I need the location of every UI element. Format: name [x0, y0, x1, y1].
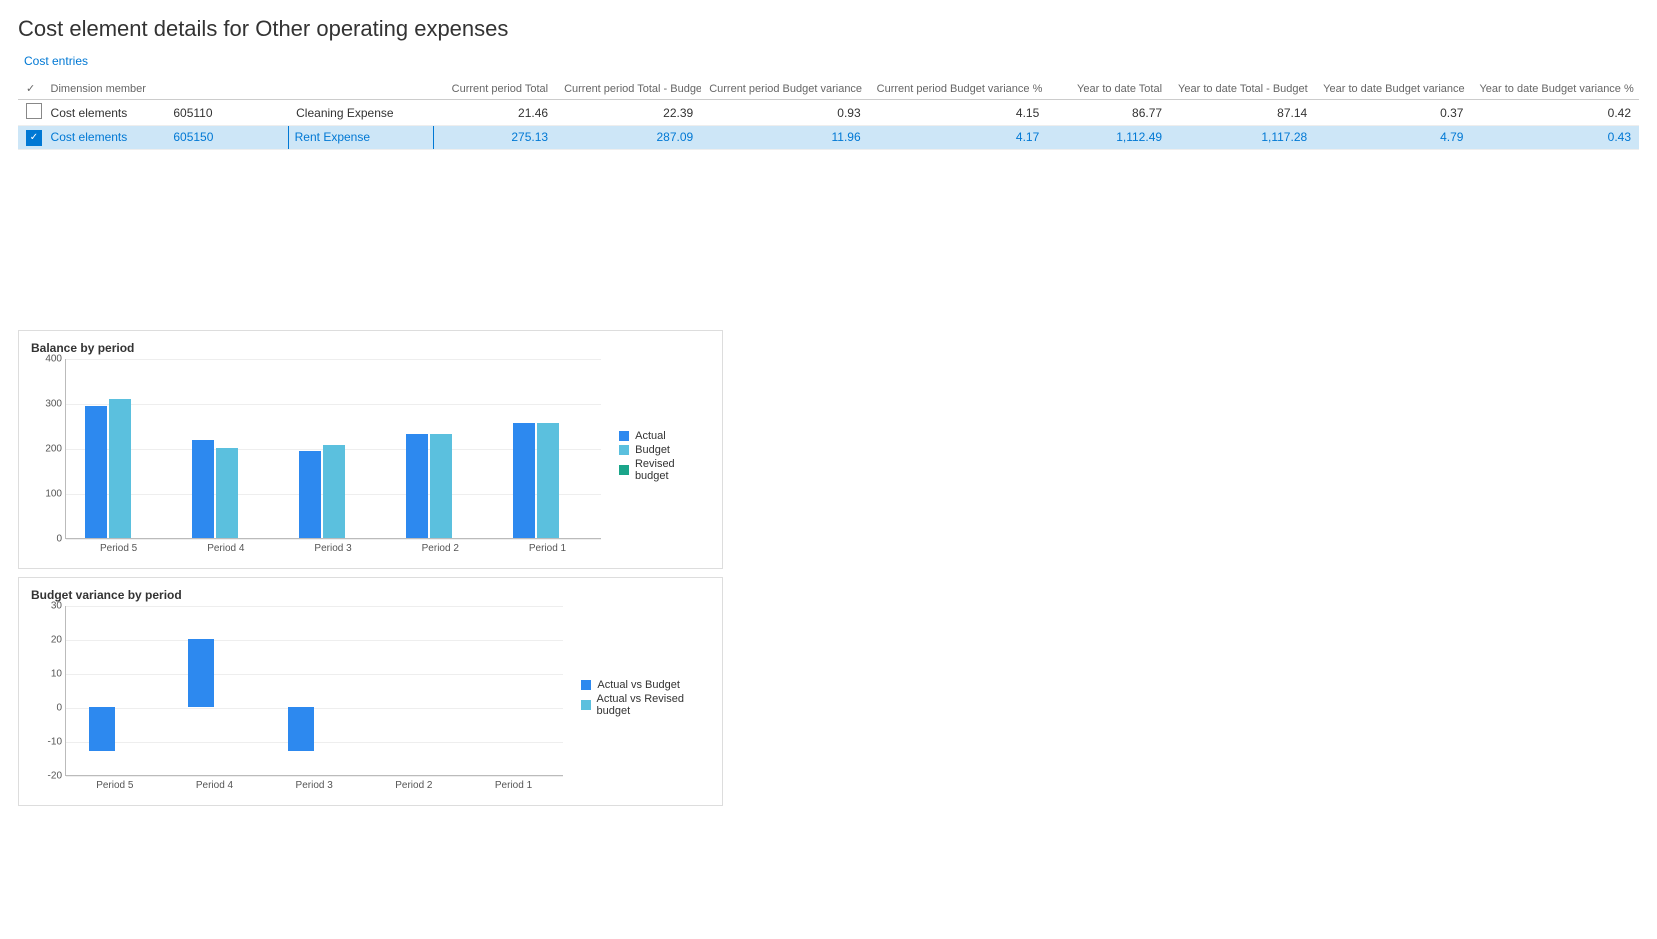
bar: [109, 399, 131, 537]
cell-cp-budget-var: 0.93: [701, 100, 868, 126]
chart-legend: Actual vs Budget Actual vs Revised budget: [563, 677, 710, 719]
legend-item: Actual vs Revised budget: [581, 693, 710, 717]
cell-dim-label: Cost elements: [43, 100, 166, 126]
y-tick-label: 0: [32, 702, 62, 713]
legend-swatch: [581, 700, 590, 710]
cell-name[interactable]: Cleaning Expense: [288, 100, 433, 126]
col-ytd-total[interactable]: Year to date Total: [1047, 78, 1170, 100]
col-ytd-budget-var[interactable]: Year to date Budget variance: [1315, 78, 1471, 100]
cell-code: 605150: [165, 126, 288, 150]
cell-dim-label: Cost elements: [43, 126, 166, 150]
col-dimension-member[interactable]: Dimension member: [43, 78, 434, 100]
cell-name[interactable]: Rent Expense: [288, 126, 433, 150]
y-tick-label: 200: [32, 443, 62, 454]
row-checkbox[interactable]: ✓: [26, 130, 42, 146]
legend-item: Actual vs Budget: [581, 679, 710, 691]
grid-header-row: ✓ Dimension member Current period Total …: [18, 78, 1639, 100]
y-tick-label: 300: [32, 398, 62, 409]
x-tick-label: Period 3: [264, 776, 364, 791]
y-tick-label: 0: [32, 533, 62, 544]
table-row[interactable]: ✓Cost elements605150Rent Expense275.1328…: [18, 126, 1639, 150]
cell-cp-total: 275.13: [433, 126, 556, 150]
cell-ytd-budget-var-pct: 0.43: [1471, 126, 1639, 150]
x-tick-label: Period 1: [494, 539, 601, 554]
y-tick-label: 400: [32, 353, 62, 364]
cell-ytd-total-budget: 87.14: [1170, 100, 1315, 126]
legend-item: Revised budget: [619, 458, 710, 482]
x-tick-label: Period 2: [364, 776, 464, 791]
legend-item: Budget: [619, 444, 710, 456]
legend-label: Budget: [635, 444, 670, 456]
cost-elements-grid[interactable]: ✓ Dimension member Current period Total …: [18, 78, 1639, 150]
cell-cp-budget-var: 11.96: [701, 126, 868, 150]
bar: [192, 440, 214, 538]
legend-swatch: [619, 465, 629, 475]
x-tick-label: Period 2: [387, 539, 494, 554]
cell-cp-total-budget: 287.09: [556, 126, 701, 150]
x-tick-label: Period 5: [65, 539, 172, 554]
cell-ytd-budget-var-pct: 0.42: [1471, 100, 1639, 126]
bar: [513, 423, 535, 538]
x-tick-label: Period 4: [165, 776, 265, 791]
chart-panel: Balance by period0100200300400Period 5Pe…: [18, 330, 723, 569]
cell-ytd-total: 1,112.49: [1047, 126, 1170, 150]
x-tick-label: Period 3: [279, 539, 386, 554]
bar: [299, 451, 321, 537]
y-tick-label: 10: [32, 668, 62, 679]
col-cp-budget-var[interactable]: Current period Budget variance: [701, 78, 868, 100]
col-ytd-total-budget[interactable]: Year to date Total - Budget: [1170, 78, 1315, 100]
chart-legend: Actual Budget Revised budget: [601, 428, 710, 484]
bar: [89, 707, 115, 751]
legend-label: Revised budget: [635, 458, 710, 482]
bar: [537, 423, 559, 538]
col-cp-total-budget[interactable]: Current period Total - Budget: [556, 78, 701, 100]
cell-ytd-total-budget: 1,117.28: [1170, 126, 1315, 150]
legend-swatch: [619, 445, 629, 455]
cell-ytd-total: 86.77: [1047, 100, 1170, 126]
col-cp-total[interactable]: Current period Total: [433, 78, 556, 100]
bar: [406, 434, 428, 538]
x-tick-label: Period 1: [464, 776, 564, 791]
bar: [430, 434, 452, 538]
bar: [323, 445, 345, 537]
x-tick-label: Period 5: [65, 776, 165, 791]
bar: [188, 639, 214, 707]
row-checkbox[interactable]: [26, 103, 42, 119]
legend-item: Actual: [619, 430, 710, 442]
table-row[interactable]: Cost elements605110Cleaning Expense21.46…: [18, 100, 1639, 126]
col-cp-budget-var-pct[interactable]: Current period Budget variance %: [869, 78, 1048, 100]
y-tick-label: -10: [32, 736, 62, 747]
cell-cp-total: 21.46: [433, 100, 556, 126]
bar: [288, 707, 314, 751]
cell-cp-total-budget: 22.39: [556, 100, 701, 126]
chart-title: Balance by period: [31, 341, 710, 355]
chart-title: Budget variance by period: [31, 588, 710, 602]
cell-cp-budget-var-pct: 4.15: [869, 100, 1048, 126]
page-title: Cost element details for Other operating…: [18, 16, 1639, 42]
legend-label: Actual vs Budget: [597, 679, 680, 691]
legend-label: Actual vs Revised budget: [597, 693, 710, 717]
y-tick-label: -20: [32, 770, 62, 781]
cell-ytd-budget-var: 0.37: [1315, 100, 1471, 126]
y-tick-label: 20: [32, 634, 62, 645]
legend-label: Actual: [635, 430, 666, 442]
y-tick-label: 100: [32, 488, 62, 499]
cell-cp-budget-var-pct: 4.17: [869, 126, 1048, 150]
cell-code: 605110: [165, 100, 288, 126]
cell-ytd-budget-var: 4.79: [1315, 126, 1471, 150]
bar: [85, 406, 107, 538]
y-tick-label: 30: [32, 600, 62, 611]
legend-swatch: [619, 431, 629, 441]
col-ytd-budget-var-pct[interactable]: Year to date Budget variance %: [1471, 78, 1639, 100]
chart-panel: Budget variance by period -20 -10 0 10 20 30 Pe…: [18, 577, 723, 806]
bar: [216, 448, 238, 537]
x-tick-label: Period 4: [172, 539, 279, 554]
legend-swatch: [581, 680, 591, 690]
checkmark-icon: ✓: [26, 83, 35, 95]
cost-entries-link[interactable]: Cost entries: [24, 54, 88, 68]
